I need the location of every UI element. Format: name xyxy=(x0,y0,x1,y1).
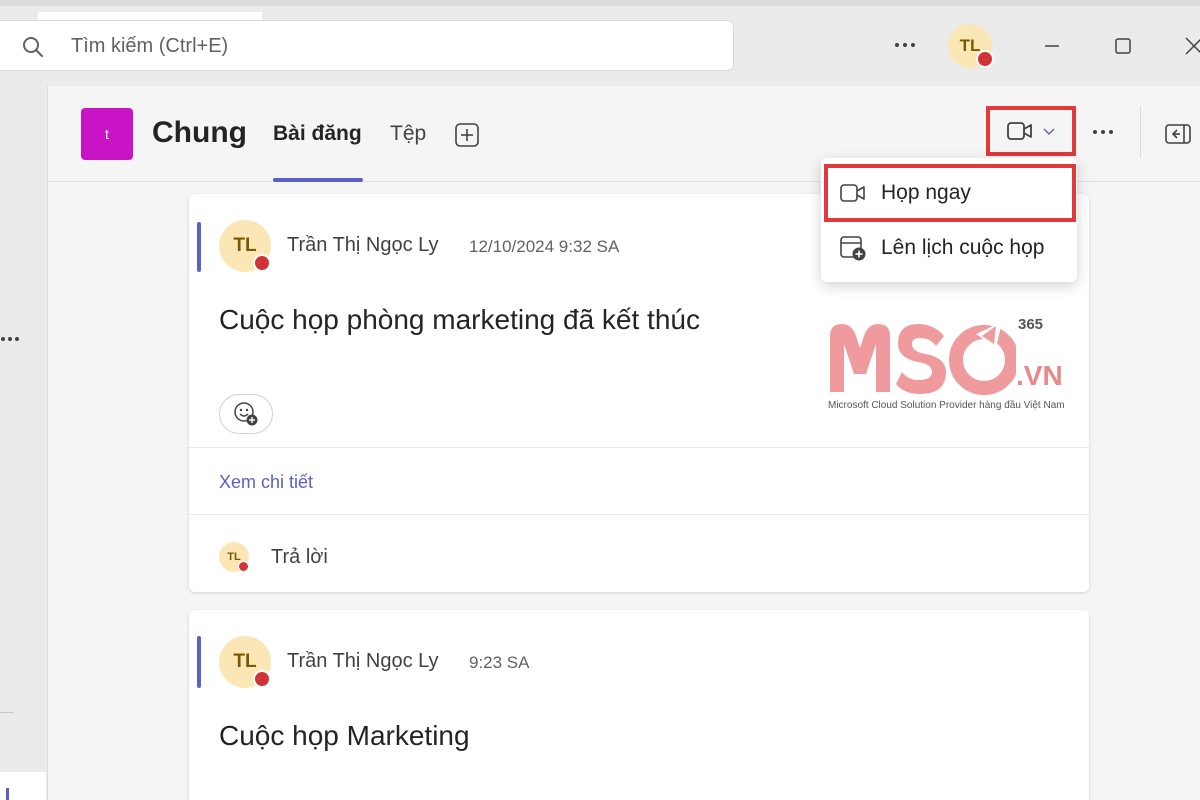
header-divider xyxy=(1140,106,1141,158)
channel-title: Chung xyxy=(152,116,247,149)
see-details-link[interactable]: Xem chi tiết xyxy=(219,472,313,493)
mso-watermark-logo: 365 .VN Microsoft Cloud Solution Provide… xyxy=(826,314,1076,418)
user-avatar[interactable]: TL xyxy=(948,24,994,68)
mso-logo-tagline: Microsoft Cloud Solution Provider hàng đ… xyxy=(828,400,1065,411)
title-bar-strip xyxy=(0,0,1200,6)
add-reaction-button[interactable] xyxy=(219,394,273,434)
calendar-add-icon xyxy=(840,236,866,261)
maximize-icon[interactable] xyxy=(1101,26,1145,66)
tab-files[interactable]: Tệp xyxy=(390,122,426,146)
add-tab-icon[interactable] xyxy=(454,122,480,148)
post-author-initials: TL xyxy=(233,651,257,672)
mso-logo-icon xyxy=(830,322,1016,395)
header-more-icon[interactable] xyxy=(1088,120,1118,144)
post-author-name[interactable]: Trần Thị Ngọc Ly xyxy=(287,234,439,257)
presence-busy-icon xyxy=(253,670,271,688)
post-accent-bar xyxy=(197,222,201,272)
close-icon[interactable] xyxy=(1172,26,1200,66)
post-author-avatar[interactable]: TL xyxy=(219,636,271,688)
schedule-meeting-label: Lên lịch cuộc họp xyxy=(881,236,1045,259)
title-bar: TL xyxy=(0,0,1200,86)
open-panel-icon[interactable] xyxy=(1164,122,1192,146)
rail-divider xyxy=(0,712,14,713)
video-camera-icon xyxy=(1007,122,1032,140)
chevron-down-icon xyxy=(1043,128,1055,135)
post-author-avatar[interactable]: TL xyxy=(219,220,271,272)
presence-busy-icon xyxy=(253,254,271,272)
reply-avatar: TL xyxy=(219,542,249,572)
mso-logo-domain: .VN xyxy=(1016,360,1063,391)
post-divider xyxy=(189,447,1089,448)
presence-busy-icon xyxy=(976,50,994,68)
emoji-add-icon xyxy=(234,402,258,426)
post-author-name[interactable]: Trần Thị Ngọc Ly xyxy=(287,650,439,673)
reply-avatar-initials: TL xyxy=(227,551,241,563)
tab-posts[interactable]: Bài đăng xyxy=(273,122,362,146)
schedule-meeting-menu-item[interactable]: Lên lịch cuộc họp xyxy=(821,221,1077,275)
rail-selection-indicator xyxy=(6,788,9,800)
rail-more-icon[interactable] xyxy=(0,334,24,344)
post-timestamp: 9:23 SA xyxy=(469,653,530,672)
post-divider xyxy=(189,514,1089,515)
more-options-icon[interactable] xyxy=(888,30,922,60)
post-accent-bar xyxy=(197,636,201,688)
post-author-initials: TL xyxy=(233,235,257,256)
left-rail xyxy=(0,86,48,800)
meet-button[interactable] xyxy=(986,106,1076,156)
reply-button[interactable]: Trả lời xyxy=(271,546,328,569)
post-title: Cuộc họp phòng marketing đã kết thúc xyxy=(219,304,700,335)
search-icon xyxy=(23,37,43,57)
team-avatar[interactable]: t xyxy=(81,108,133,160)
mso-logo-superscript: 365 xyxy=(1018,316,1044,333)
presence-busy-icon xyxy=(238,561,249,572)
search-input[interactable] xyxy=(71,31,671,61)
post-title: Cuộc họp Marketing xyxy=(219,720,470,751)
post-card: TL Trần Thị Ngọc Ly 9:23 SA Cuộc họp Mar… xyxy=(189,610,1089,800)
minimize-icon[interactable] xyxy=(1030,26,1074,66)
meet-now-highlight-box xyxy=(824,164,1076,222)
search-box[interactable] xyxy=(0,20,734,71)
post-timestamp: 12/10/2024 9:32 SA xyxy=(469,237,620,256)
team-avatar-initial: t xyxy=(105,126,109,142)
